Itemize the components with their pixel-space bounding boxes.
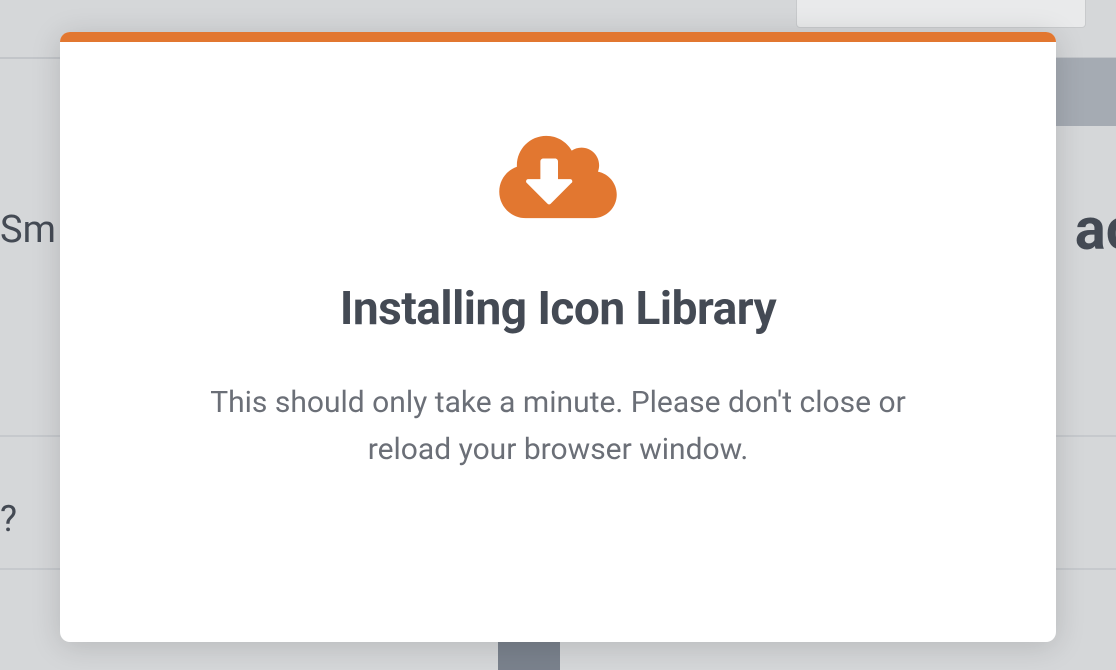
background-help-text: ? [0,498,17,540]
background-input-field [796,0,1086,28]
modal-accent-bar [60,32,1056,42]
cloud-download-icon [499,130,617,224]
modal-description: This should only take a minute. Please d… [158,380,958,473]
background-text-right: ac [1075,196,1116,264]
modal-content: Installing Icon Library This should only… [60,42,1056,642]
installing-modal: Installing Icon Library This should only… [60,32,1056,642]
background-text-left: Sm [0,208,56,252]
modal-title: Installing Icon Library [340,282,776,336]
